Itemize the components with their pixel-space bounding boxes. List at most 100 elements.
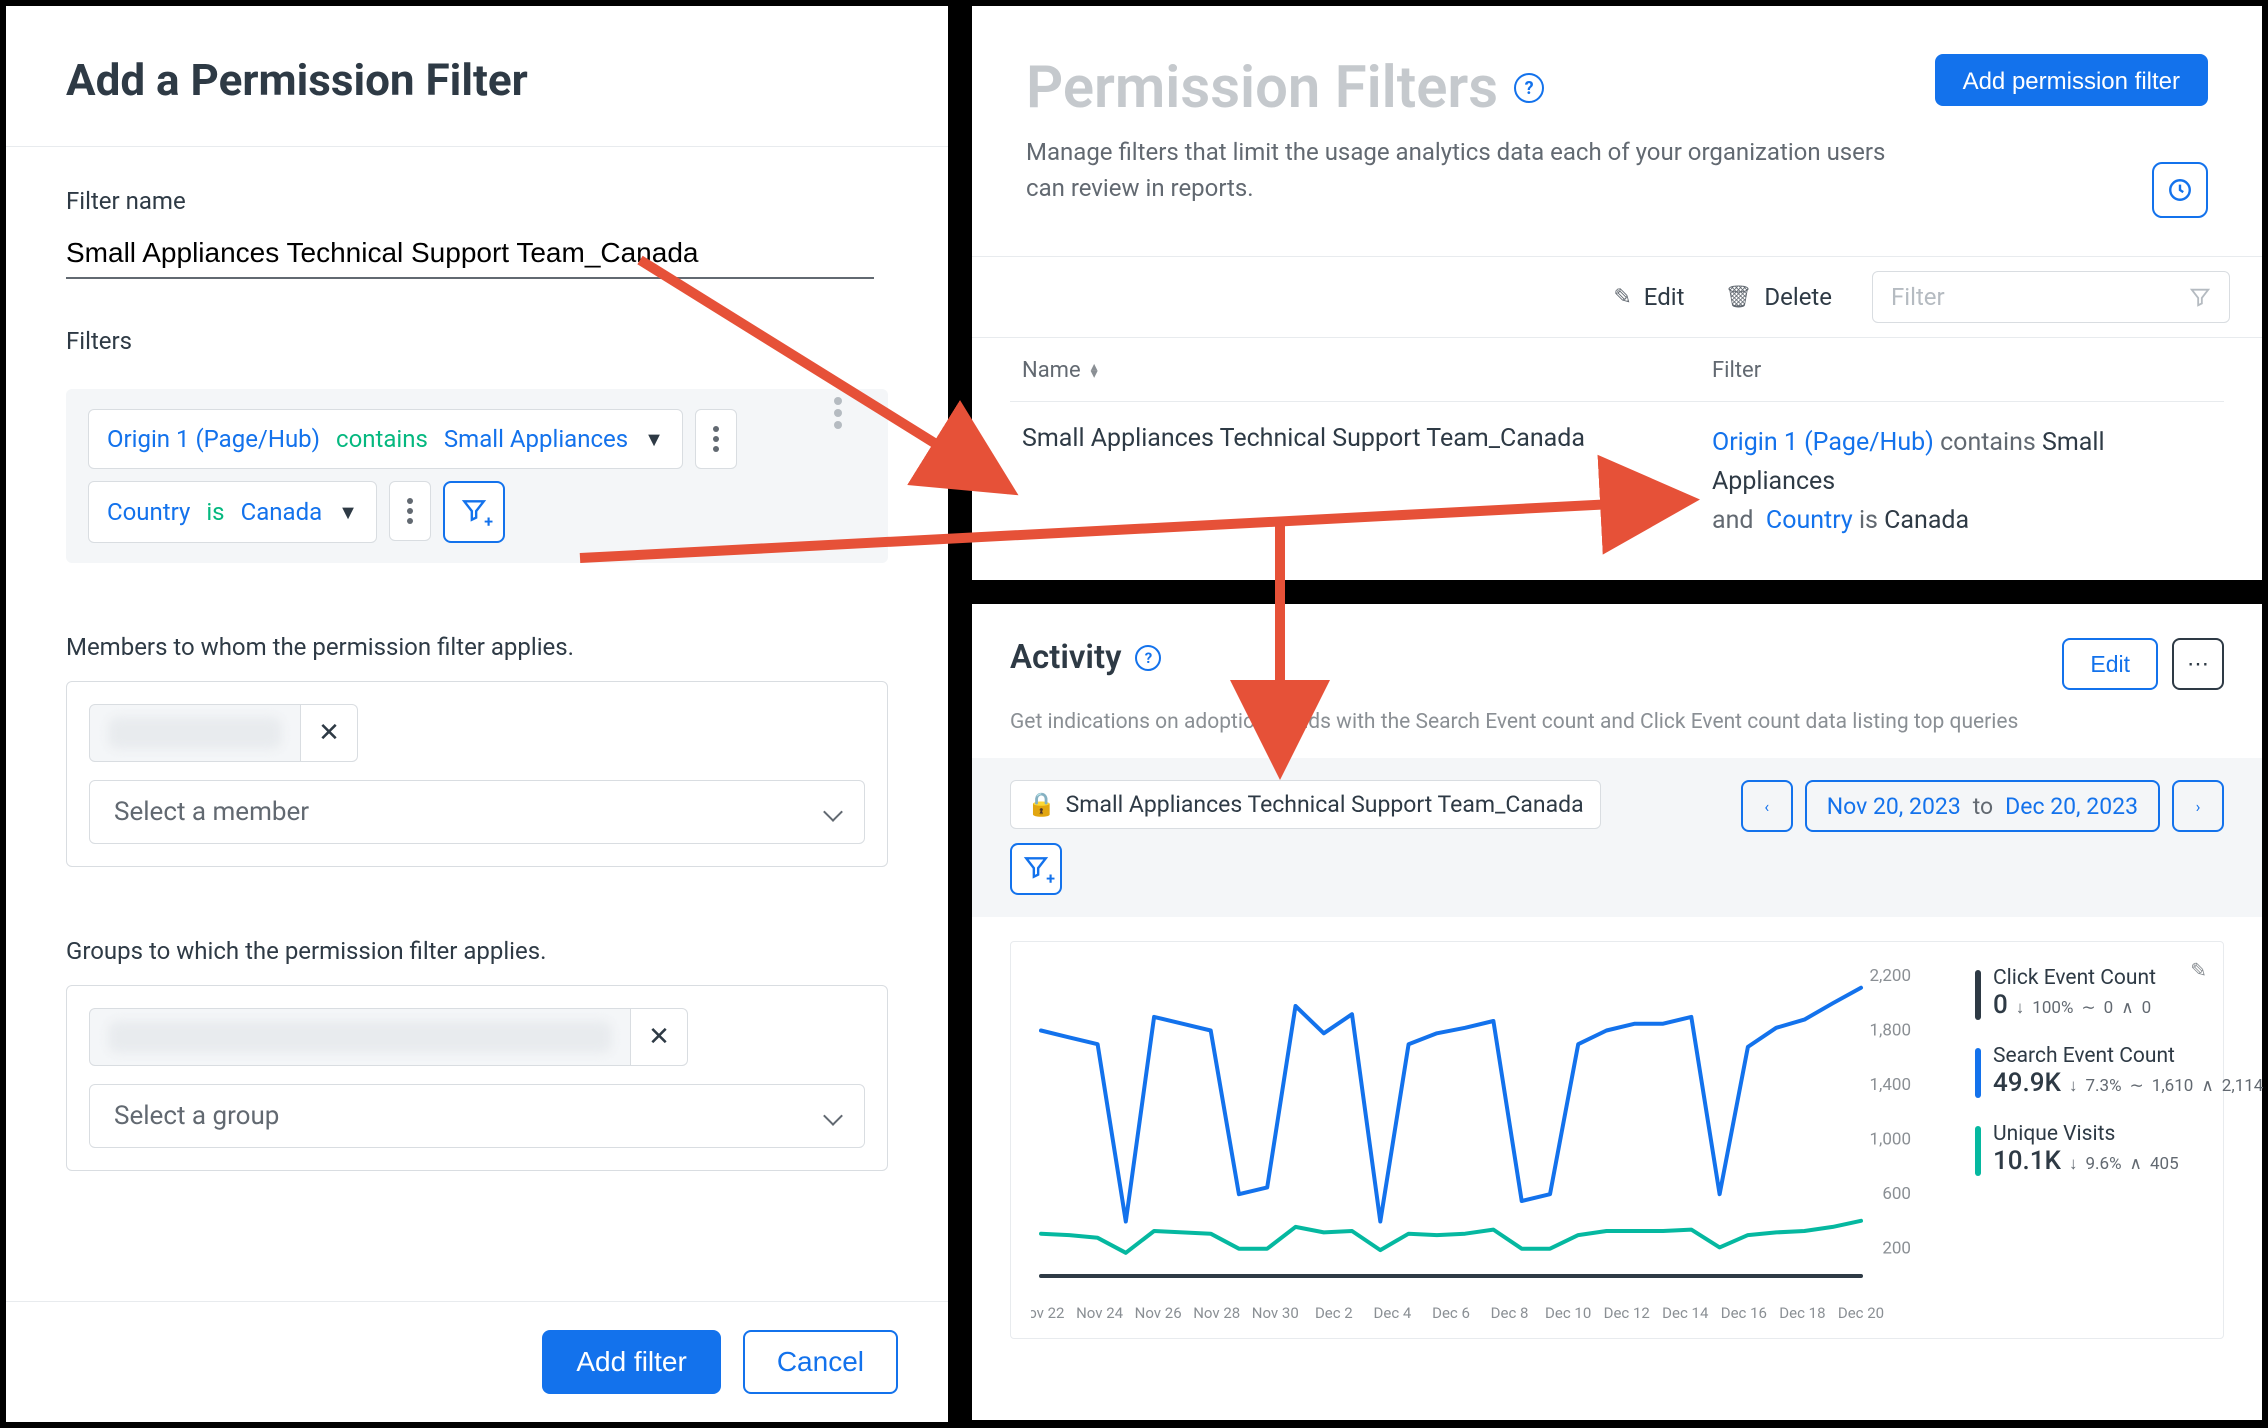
filters-table: Name ▴▾ Filter Small Appliances Technica…: [972, 338, 2262, 562]
member-tag: [89, 704, 301, 762]
svg-text:Dec 12: Dec 12: [1604, 1304, 1650, 1322]
trash-icon: 🗑: [1724, 285, 1752, 310]
svg-text:Dec 10: Dec 10: [1545, 1304, 1591, 1322]
add-condition-button[interactable]: +: [443, 481, 505, 543]
members-label: Members to whom the permission filter ap…: [66, 633, 888, 661]
filters-label: Filters: [66, 327, 888, 355]
activity-title: Activity: [1010, 638, 1121, 677]
chip-more-button[interactable]: [389, 481, 431, 541]
more-horizontal-icon: ⋯: [2187, 652, 2209, 677]
column-header-name[interactable]: Name ▴▾: [1022, 358, 1682, 383]
svg-text:1,000: 1,000: [1869, 1130, 1911, 1150]
activity-chart-card: ✎ 2006001,0001,4001,8002,200Nov 22Nov 24…: [1010, 941, 2224, 1339]
svg-text:1,400: 1,400: [1869, 1075, 1911, 1095]
lock-icon: 🔒: [1027, 791, 1056, 818]
cell-filter: Origin 1 (Page/Hub) contains Small Appli…: [1712, 424, 2212, 540]
svg-text:2,200: 2,200: [1869, 966, 1911, 986]
applied-filter-chip[interactable]: 🔒 Small Appliances Technical Support Tea…: [1010, 780, 1601, 829]
history-button[interactable]: [2152, 162, 2208, 218]
chevron-left-icon: ‹: [1764, 797, 1769, 816]
page-title: Permission Filters: [1026, 54, 1498, 122]
clock-icon: [2167, 177, 2193, 203]
chevron-down-icon: [823, 1106, 843, 1126]
chip-value: Canada: [241, 498, 323, 526]
select-group-dropdown[interactable]: Select a group: [89, 1084, 865, 1148]
remove-member-button[interactable]: ✕: [301, 704, 358, 762]
svg-text:600: 600: [1882, 1184, 1911, 1204]
add-filter-button[interactable]: Add filter: [542, 1330, 721, 1394]
delete-button[interactable]: 🗑 Delete: [1724, 283, 1832, 311]
chart-legend: Click Event Count 0 ↓100% ∼0 ∧0 Search E…: [1975, 966, 2263, 1326]
svg-text:Dec 2: Dec 2: [1315, 1304, 1353, 1322]
list-toolbar: ✎ Edit 🗑 Delete Filter: [972, 256, 2262, 338]
chip-operator: contains: [336, 425, 428, 453]
chevron-down-icon: [823, 802, 843, 822]
edit-icon: ✎: [1613, 285, 1631, 310]
date-range-picker[interactable]: Nov 20, 2023 to Dec 20, 2023: [1805, 780, 2160, 832]
svg-text:Dec 14: Dec 14: [1662, 1304, 1709, 1322]
edit-chart-button[interactable]: ✎: [2190, 958, 2207, 982]
date-to: Dec 20, 2023: [2005, 793, 2138, 820]
filter-search-input[interactable]: Filter: [1872, 271, 2230, 323]
more-vertical-icon: [834, 409, 842, 417]
add-condition-button[interactable]: +: [1010, 843, 1062, 895]
permission-filters-list-panel: Permission Filters ? Manage filters that…: [966, 0, 2268, 586]
activity-description: Get indications on adoption trends with …: [1010, 710, 2224, 734]
filter-name-input[interactable]: [66, 229, 874, 279]
groups-label: Groups to which the permission filter ap…: [66, 937, 888, 965]
filter-chip-origin[interactable]: Origin 1 (Page/Hub) contains Small Appli…: [88, 409, 683, 469]
chip-operator: is: [206, 498, 224, 526]
legend-item-search: Search Event Count 49.9K ↓7.3% ∼1,610 ∧2…: [1975, 1044, 2263, 1098]
svg-text:Dec 8: Dec 8: [1491, 1304, 1529, 1322]
funnel-plus-icon: +: [461, 497, 487, 527]
svg-text:Nov 28: Nov 28: [1193, 1304, 1240, 1322]
svg-text:Dec 4: Dec 4: [1374, 1304, 1412, 1322]
panel-footer: Add filter Cancel: [6, 1301, 948, 1422]
more-button[interactable]: ⋯: [2172, 638, 2224, 690]
add-permission-filter-panel: Add a Permission Filter Filter name Filt…: [0, 0, 954, 1428]
select-member-dropdown[interactable]: Select a member: [89, 780, 865, 844]
svg-text:Dec 6: Dec 6: [1432, 1304, 1470, 1322]
filter-box-more-button[interactable]: [810, 409, 866, 417]
legend-item-click: Click Event Count 0 ↓100% ∼0 ∧0: [1975, 966, 2263, 1020]
cancel-button[interactable]: Cancel: [743, 1330, 898, 1394]
date-from: Nov 20, 2023: [1827, 793, 1961, 820]
svg-text:200: 200: [1882, 1239, 1911, 1259]
add-permission-filter-button[interactable]: Add permission filter: [1935, 54, 2208, 106]
chip-dimension: Country: [107, 498, 190, 526]
svg-text:Dec 16: Dec 16: [1721, 1304, 1767, 1322]
caret-down-icon: ▼: [644, 427, 664, 452]
svg-text:Nov 22: Nov 22: [1031, 1304, 1065, 1322]
date-next-button[interactable]: ›: [2172, 780, 2224, 832]
remove-group-button[interactable]: ✕: [631, 1008, 688, 1066]
legend-swatch: [1975, 1048, 1981, 1098]
chip-value: Small Appliances: [444, 425, 628, 453]
funnel-icon: [2189, 286, 2211, 308]
edit-button[interactable]: Edit: [2062, 638, 2158, 690]
group-tag: [89, 1008, 631, 1066]
help-icon[interactable]: ?: [1514, 73, 1544, 103]
chip-more-button[interactable]: [695, 409, 737, 469]
more-vertical-icon: [407, 508, 413, 514]
page-description: Manage filters that limit the usage anal…: [1026, 134, 1896, 206]
filter-conditions-box: Origin 1 (Page/Hub) contains Small Appli…: [66, 389, 888, 563]
legend-swatch: [1975, 970, 1981, 1020]
svg-text:1,800: 1,800: [1869, 1021, 1911, 1041]
svg-text:Nov 26: Nov 26: [1135, 1304, 1182, 1322]
members-box: ✕ Select a member: [66, 681, 888, 867]
filter-chip-country[interactable]: Country is Canada ▼: [88, 481, 377, 543]
svg-text:Dec 20: Dec 20: [1838, 1304, 1884, 1322]
legend-swatch: [1975, 1126, 1981, 1176]
more-vertical-icon: [713, 436, 719, 442]
help-icon[interactable]: ?: [1135, 645, 1161, 671]
funnel-plus-icon: +: [1023, 854, 1049, 884]
chip-dimension: Origin 1 (Page/Hub): [107, 425, 320, 453]
table-row[interactable]: Small Appliances Technical Support Team_…: [1010, 402, 2224, 562]
edit-button[interactable]: ✎ Edit: [1613, 283, 1684, 311]
date-to-label: to: [1973, 793, 1993, 820]
svg-text:Dec 18: Dec 18: [1779, 1304, 1825, 1322]
column-header-filter: Filter: [1712, 358, 2212, 383]
date-prev-button[interactable]: ‹: [1741, 780, 1793, 832]
legend-item-visits: Unique Visits 10.1K ↓9.6% ∧405: [1975, 1122, 2263, 1176]
sort-icon: ▴▾: [1091, 364, 1098, 377]
